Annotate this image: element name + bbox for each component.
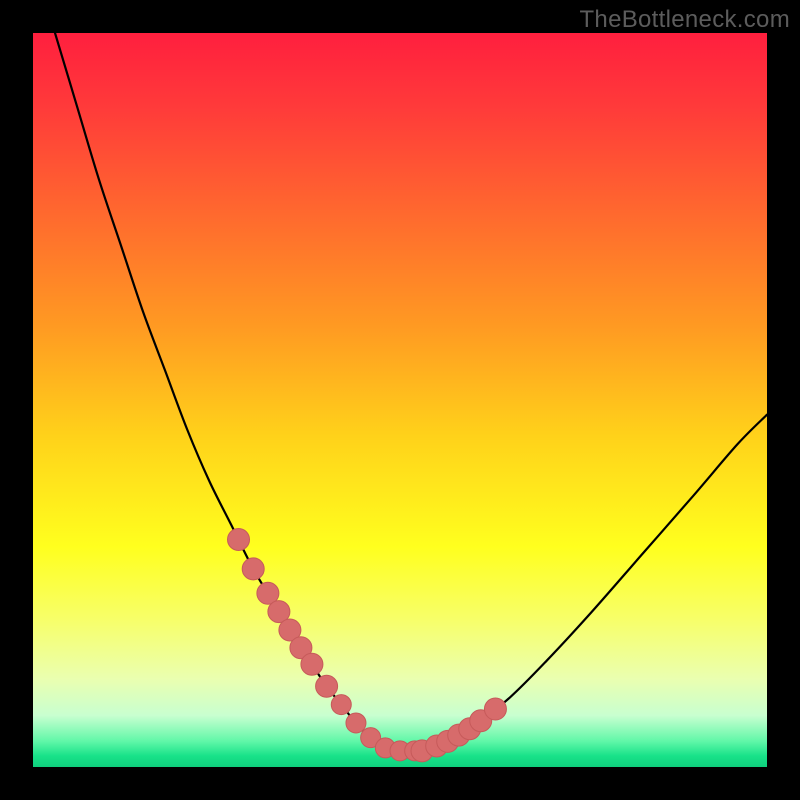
curve-marker [242,558,264,580]
marker-cluster-right-branch [411,698,506,762]
outer-black-frame: TheBottleneck.com [0,0,800,800]
marker-cluster-left-branch [228,528,338,697]
curve-marker [228,528,250,550]
curve-marker [316,675,338,697]
watermark-text: TheBottleneck.com [579,6,790,34]
curve-marker [331,695,351,715]
curve-marker [484,698,506,720]
plot-area [33,33,767,767]
curve-marker [301,653,323,675]
curve-layer [33,33,767,767]
bottleneck-curve [55,33,767,752]
curve-marker [346,713,366,733]
